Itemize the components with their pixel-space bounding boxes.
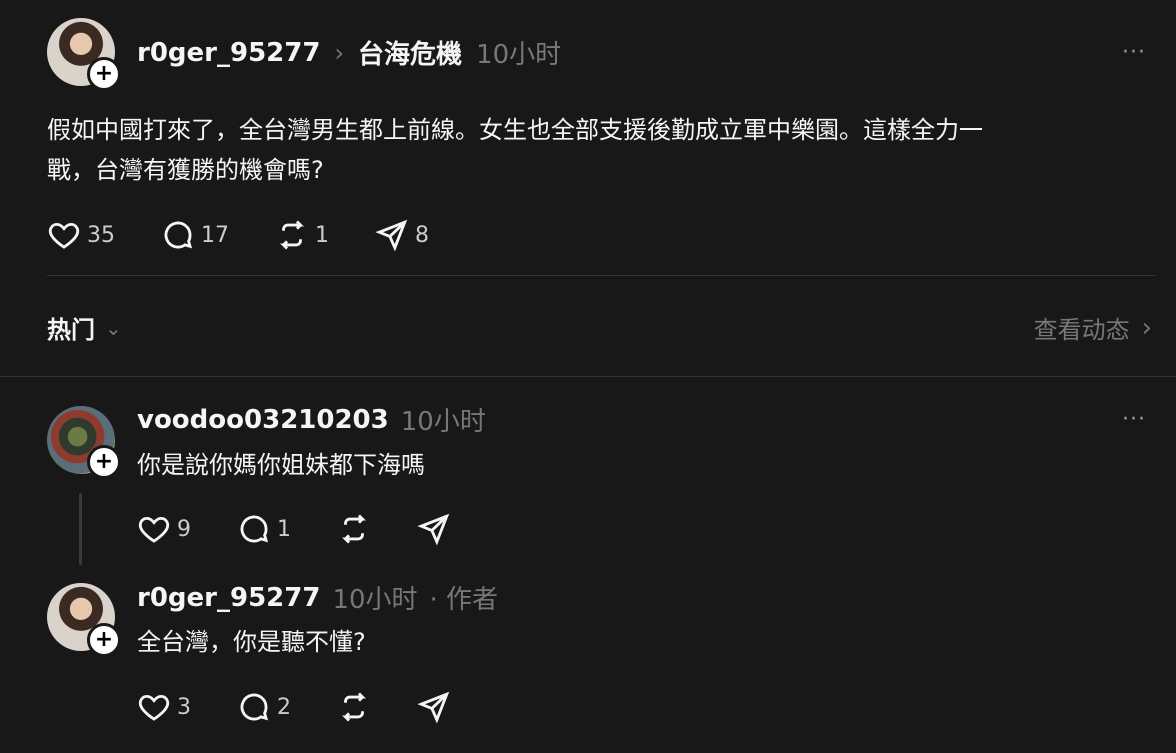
repost-icon bbox=[280, 220, 304, 250]
view-activity-label: 查看动态 bbox=[1033, 316, 1130, 344]
comment-icon bbox=[240, 693, 269, 721]
send-icon bbox=[417, 513, 450, 546]
reply-header: r0ger_95277 10小时 · 作者 bbox=[137, 579, 498, 616]
post-text-line-1: 假如中國打來了，全台灣男生都上前線。女生也全部支援後勤成立軍中樂園。這樣全力一 bbox=[47, 116, 983, 144]
comment-button[interactable]: 1 bbox=[237, 512, 291, 546]
author-tag: · 作者 bbox=[429, 585, 499, 615]
repost-icon bbox=[342, 514, 366, 544]
sort-label: 热门 bbox=[47, 316, 95, 344]
chevron-right-icon: › bbox=[1141, 312, 1152, 343]
post-more-icon[interactable]: ··· bbox=[1122, 40, 1146, 65]
comment-count: 17 bbox=[201, 222, 229, 248]
reply-time: 10小时 bbox=[332, 585, 418, 615]
comment-count: 1 bbox=[277, 516, 291, 542]
reply-time: 10小时 bbox=[400, 407, 486, 437]
comment-icon bbox=[240, 515, 269, 543]
reply-username[interactable]: r0ger_95277 bbox=[137, 583, 320, 613]
share-button[interactable] bbox=[417, 690, 451, 724]
heart-icon bbox=[138, 694, 170, 721]
reply-actions: 9 1 bbox=[137, 512, 451, 546]
post-divider bbox=[47, 275, 1155, 276]
send-icon bbox=[417, 691, 450, 724]
share-button[interactable]: 8 bbox=[375, 218, 429, 252]
like-count: 35 bbox=[87, 222, 115, 248]
like-button[interactable]: 35 bbox=[47, 218, 115, 252]
post-text-line-2: 戰，台灣有獲勝的機會嗎? bbox=[47, 156, 324, 184]
reply-username[interactable]: voodoo03210203 bbox=[137, 405, 389, 435]
sort-dropdown[interactable]: 热门 ⌄ bbox=[47, 310, 122, 345]
comment-button[interactable]: 2 bbox=[237, 690, 291, 724]
post-time: 10小时 bbox=[476, 40, 562, 70]
thread-line bbox=[79, 493, 82, 565]
like-count: 3 bbox=[177, 694, 191, 720]
post-text: 假如中國打來了，全台灣男生都上前線。女生也全部支援後勤成立軍中樂園。這樣全力一 … bbox=[47, 110, 1157, 190]
repost-button[interactable] bbox=[337, 512, 371, 546]
share-button[interactable] bbox=[417, 512, 451, 546]
comment-icon bbox=[164, 221, 193, 249]
heart-icon bbox=[48, 222, 80, 249]
view-activity-link[interactable]: 查看动态 › bbox=[1034, 310, 1152, 345]
share-count: 8 bbox=[415, 222, 429, 248]
post-topic[interactable]: 台海危機 bbox=[358, 34, 462, 71]
follow-plus-icon[interactable]: + bbox=[87, 445, 121, 479]
like-button[interactable]: 9 bbox=[137, 512, 191, 546]
like-button[interactable]: 3 bbox=[137, 690, 191, 724]
repost-button[interactable]: 1 bbox=[275, 218, 329, 252]
follow-plus-icon[interactable]: + bbox=[87, 57, 121, 91]
post-header: r0ger_95277 › 台海危機 10小时 bbox=[137, 34, 561, 71]
reply-more-icon[interactable]: ··· bbox=[1122, 407, 1146, 432]
reply-text: 你是說你媽你姐妹都下海嗎 bbox=[137, 451, 425, 479]
repost-icon bbox=[342, 692, 366, 722]
heart-icon bbox=[138, 516, 170, 543]
follow-plus-icon[interactable]: + bbox=[87, 623, 121, 657]
reply-actions: 3 2 bbox=[137, 690, 451, 724]
reply-header: voodoo03210203 10小时 bbox=[137, 401, 486, 438]
send-icon bbox=[375, 219, 408, 252]
repost-count: 1 bbox=[315, 222, 329, 248]
post-actions: 35 17 1 8 bbox=[47, 218, 429, 252]
reply-text: 全台灣，你是聽不懂? bbox=[137, 628, 366, 656]
chevron-right-icon: › bbox=[334, 38, 345, 67]
comment-button[interactable]: 17 bbox=[161, 218, 229, 252]
section-divider bbox=[0, 376, 1176, 377]
like-count: 9 bbox=[177, 516, 191, 542]
repost-button[interactable] bbox=[337, 690, 371, 724]
chevron-down-icon: ⌄ bbox=[105, 315, 122, 340]
comment-count: 2 bbox=[277, 694, 291, 720]
post-username[interactable]: r0ger_95277 bbox=[137, 38, 320, 68]
